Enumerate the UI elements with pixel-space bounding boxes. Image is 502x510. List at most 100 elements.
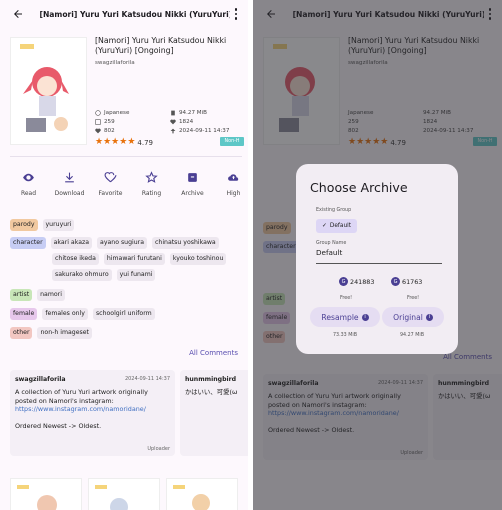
tag-chip[interactable]: schoolgirl uniform <box>92 308 155 320</box>
category-badge[interactable]: Non-H <box>220 137 244 146</box>
rating-value: 4.79 <box>137 138 153 147</box>
tag-chip[interactable]: chitose ikeda <box>52 253 99 265</box>
comment-card[interactable]: hunmmingbird かはいい、可愛(ω <box>180 370 248 456</box>
gp-icon: G <box>339 277 348 286</box>
archive-button[interactable]: Archive <box>172 170 213 197</box>
size-info: 94.27 MiB <box>170 110 207 116</box>
gallery-detail-screen-with-dialog: [Namori] Yuru Yuri Katsudou Nikki (YuruY… <box>253 0 502 510</box>
info-icon: i <box>361 313 369 321</box>
gp-icon: G <box>391 277 400 286</box>
download-label: Download <box>54 190 85 197</box>
download-button[interactable]: Download <box>49 170 90 197</box>
tag-chip[interactable]: yuruyuri <box>42 219 75 231</box>
comment-user: hunmmingbird <box>185 376 237 383</box>
comment-card[interactable]: swagzillaforila 2024-09-11 14:37 A colle… <box>10 370 175 456</box>
ratings-count-info: 1824 <box>170 119 193 125</box>
cover-image[interactable] <box>10 37 87 145</box>
language-info: Japanese <box>95 110 129 116</box>
all-comments-link[interactable]: All Comments <box>189 349 238 357</box>
namespace-parody: parody <box>10 219 38 231</box>
tag-chip[interactable]: himawari furutani <box>103 253 165 265</box>
original-label: Original <box>393 312 423 322</box>
star-icon: ★ <box>103 137 112 147</box>
tag-chip[interactable]: ayano sugiura <box>97 237 147 249</box>
gp-cost-resample: G 241883 <box>339 277 374 286</box>
back-arrow-icon[interactable] <box>8 4 27 24</box>
existing-group-label: Existing Group <box>316 208 352 213</box>
namespace-female: female <box>10 308 38 320</box>
app-bar: [Namori] Yuru Yuri Katsudou Nikki (YuruY… <box>0 0 248 28</box>
page-thumbnail[interactable] <box>166 478 238 510</box>
favorite-button[interactable]: Favorite <box>90 170 131 197</box>
gp-original-value: 61763 <box>402 277 423 286</box>
star-icon: ★ <box>119 137 128 147</box>
star-icon: ★ <box>111 137 120 147</box>
namespace-other: other <box>10 327 33 339</box>
star-icon: ★ <box>127 137 136 147</box>
language-value: Japanese <box>104 110 130 116</box>
page-thumbnail[interactable] <box>10 478 82 510</box>
tag-chip[interactable]: chinatsu yoshikawa <box>152 237 219 249</box>
check-icon: ✓ <box>322 223 327 229</box>
read-button[interactable]: Read <box>8 170 49 197</box>
dialog-title: Choose Archive <box>310 180 408 195</box>
comment-text: かはいい、可愛(ω <box>185 388 238 396</box>
original-button[interactable]: Original i <box>382 307 444 327</box>
more-vert-icon[interactable] <box>230 5 242 23</box>
gallery-detail-screen: [Namori] Yuru Yuri Katsudou Nikki (YuruY… <box>0 0 248 510</box>
high-button[interactable]: High <box>213 170 248 197</box>
page-thumbnail[interactable] <box>88 478 160 510</box>
posted-info: 2024-09-11 14:37 <box>170 128 229 134</box>
favorites-info: 802 <box>95 128 115 134</box>
gallery-title: [Namori] Yuru Yuri Katsudou Nikki (YuruY… <box>95 36 227 55</box>
comment-text-2: Ordered Newest -> Oldest. <box>15 422 102 430</box>
cloud-icon <box>227 170 241 184</box>
heart-small-icon <box>170 119 176 125</box>
info-icon: i <box>425 313 433 321</box>
download-icon <box>63 170 77 184</box>
tag-group-other: other non-h imageset <box>10 327 92 339</box>
choose-archive-dialog: Choose Archive Existing Group ✓ Default … <box>296 164 458 354</box>
gp-cost-original: G 61763 <box>391 277 422 286</box>
ratings-count-value: 1824 <box>179 119 194 125</box>
comment-text: A collection of Yuru Yuri artwork origin… <box>15 388 148 405</box>
favorite-label: Favorite <box>98 190 123 197</box>
comment-body: A collection of Yuru Yuri artwork origin… <box>15 388 170 431</box>
comment-link[interactable]: https://www.instagram.com/namoridane/ <box>15 405 146 413</box>
tag-chip[interactable]: akari akaza <box>50 237 93 249</box>
group-name-input[interactable]: Default <box>316 248 442 264</box>
free-label-original: Free! <box>407 296 420 301</box>
resample-size: 73.33 MiB <box>333 333 358 338</box>
globe-icon <box>95 110 101 116</box>
archive-icon <box>186 170 200 184</box>
tag-group-female: female females only schoolgirl uniform <box>10 308 155 320</box>
eye-icon <box>22 170 36 184</box>
tag-group-character-row2: chitose ikeda himawari furutani kyouko t… <box>52 253 227 265</box>
resample-button[interactable]: Resample i <box>310 307 380 327</box>
namespace-artist: artist <box>10 289 33 301</box>
read-label: Read <box>20 190 37 197</box>
resample-label: Resample <box>321 312 359 322</box>
free-label-resample: Free! <box>340 296 353 301</box>
pages-value: 259 <box>104 119 115 125</box>
tag-group-character-row3: sakurako ohmuro yui funami <box>52 269 156 281</box>
image-icon <box>95 119 101 125</box>
tag-chip[interactable]: kyouko toshinou <box>169 253 227 265</box>
tag-group-character: character akari akaza ayano sugiura chin… <box>10 237 219 249</box>
group-chip-default[interactable]: ✓ Default <box>316 219 358 233</box>
divider <box>10 156 242 157</box>
tag-chip[interactable]: sakurako ohmuro <box>52 269 112 281</box>
rating-button[interactable]: Rating <box>131 170 172 197</box>
namespace-character: character <box>10 237 46 249</box>
high-label: High <box>226 190 241 197</box>
group-name-label: Group Name <box>316 241 347 246</box>
group-chip-label: Default <box>329 223 352 229</box>
tag-chip[interactable]: non-h imageset <box>37 327 92 339</box>
tag-chip[interactable]: yui funami <box>116 269 156 281</box>
uploader-name[interactable]: swagzillaforila <box>95 60 135 66</box>
action-bar: Read Download Favorite Rating Archive Hi… <box>8 170 248 197</box>
heart-icon <box>104 170 118 184</box>
original-size: 94.27 MiB <box>400 333 425 338</box>
tag-chip[interactable]: females only <box>42 308 88 320</box>
tag-chip[interactable]: namori <box>37 289 65 301</box>
